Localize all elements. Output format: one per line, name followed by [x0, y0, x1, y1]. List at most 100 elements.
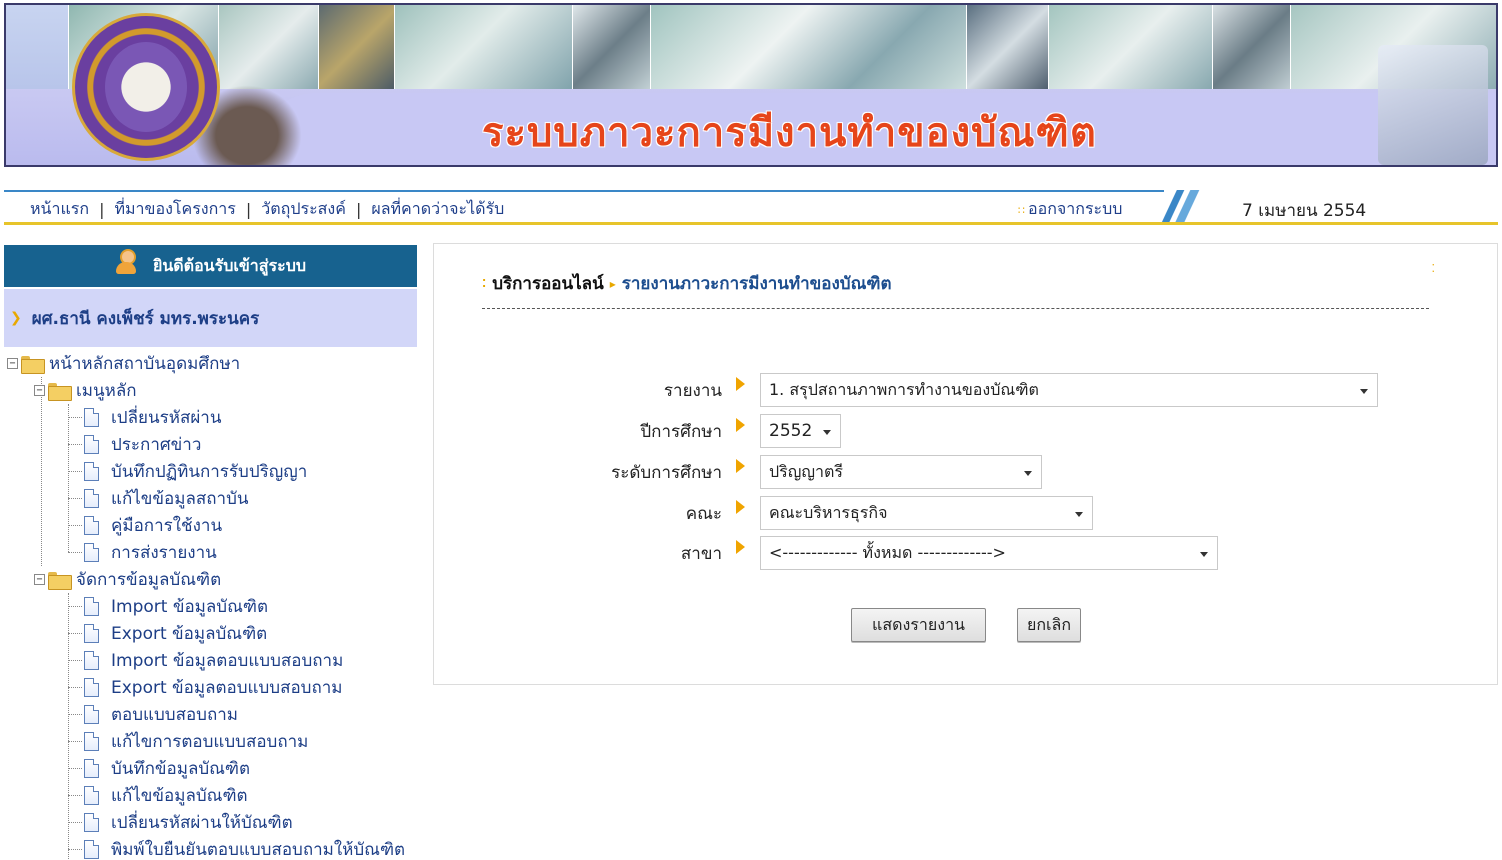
menu-item[interactable]: การส่งรายงาน [84, 539, 217, 566]
banner-photo-5 [572, 5, 650, 91]
document-icon [84, 435, 99, 454]
menu-item[interactable]: Export ข้อมูลตอบแบบสอบถาม [84, 674, 343, 701]
chevron-down-icon [1075, 512, 1083, 517]
report-panel: ⁚ บริการออนไลน์ ▸ รายงานภาวะการมีงานทำขอ… [433, 243, 1498, 685]
breadcrumb: ⁚ บริการออนไลน์ ▸ รายงานภาวะการมีงานทำขอ… [482, 270, 892, 297]
chevron-down-icon [1200, 552, 1208, 557]
university-logo [72, 13, 220, 161]
user-icon [115, 249, 137, 275]
menu-item[interactable]: แก้ไขข้อมูลสถาบัน [84, 485, 249, 512]
menu-item[interactable]: พิมพ์ใบยืนยันตอบแบบสอบถามให้บัณฑิต [84, 836, 405, 860]
menu-item[interactable]: Import ข้อมูลตอบแบบสอบถาม [84, 647, 343, 674]
menu-item[interactable]: Export ข้อมูลบัณฑิต [84, 620, 267, 647]
bullet-dots-icon: ∷ [1018, 204, 1025, 217]
menu-item[interactable]: แก้ไขการตอบแบบสอบถาม [84, 728, 308, 755]
bullet-dots-icon: ⁚ [482, 277, 487, 290]
arrow-right-icon: ❯ [10, 310, 22, 326]
logout-link[interactable]: ∷ ออกจากระบบ [1018, 197, 1122, 222]
chevron-down-icon [1360, 389, 1368, 394]
major-select[interactable]: <------------- ทั้งหมด -------------> [760, 536, 1218, 570]
document-icon [84, 597, 99, 616]
banner-photo-6 [650, 5, 966, 91]
current-date: 7 เมษายน 2554 [1242, 201, 1367, 221]
report-select[interactable]: 1. สรุปสถานภาพการทำงานของบัณฑิต [760, 373, 1378, 407]
document-icon [84, 624, 99, 643]
user-name: ผศ.ธานี คงเพ็ชร์ มทร.พระนคร [31, 308, 260, 329]
chevron-down-icon [823, 430, 831, 435]
chevron-down-icon [1024, 471, 1032, 476]
tree-group-main-menu[interactable]: − เมนูหลัก [34, 377, 137, 404]
site-title: ระบบภาวะการมีงานทำของบัณฑิต [482, 109, 1097, 156]
form-row-faculty: คณะ คณะบริหารธุรกิจ [434, 496, 1093, 530]
menu-item[interactable]: เปลี่ยนรหัสผ่านให้บัณฑิต [84, 809, 293, 836]
divider [482, 308, 1429, 309]
banner-photo-4 [394, 5, 572, 91]
top-nav: หน้าแรก | ที่มาของโครงการ | วัตถุประสงค์… [4, 190, 1498, 226]
breadcrumb-online-services[interactable]: บริการออนไลน์ [492, 270, 604, 297]
welcome-banner: ยินดีต้อนรับเข้าสู่ระบบ [4, 245, 417, 287]
menu-item[interactable]: ประกาศข่าว [84, 431, 201, 458]
menu-item[interactable]: เปลี่ยนรหัสผ่าน [84, 404, 221, 431]
header-banner: ระบบภาวะการมีงานทำของบัณฑิต [4, 3, 1498, 167]
menu-item[interactable]: คู่มือการใช้งาน [84, 512, 222, 539]
folder-open-icon [21, 355, 45, 374]
document-icon [84, 543, 99, 562]
menu-item[interactable]: แก้ไขข้อมูลบัณฑิต [84, 782, 248, 809]
document-icon [84, 840, 99, 859]
document-icon [84, 705, 99, 724]
nav-expected-results[interactable]: ผลที่คาดว่าจะได้รับ [371, 197, 504, 222]
menu-item[interactable]: ตอบแบบสอบถาม [84, 701, 238, 728]
menu-item[interactable]: บันทึกปฏิทินการรับปริญญา [84, 458, 307, 485]
arrow-right-icon [736, 540, 745, 554]
folder-open-icon [48, 382, 72, 401]
banner-photo-3 [318, 5, 394, 91]
document-icon [84, 759, 99, 778]
show-report-button[interactable]: แสดงรายงาน [851, 608, 986, 642]
document-icon [84, 813, 99, 832]
menu-item[interactable]: บันทึกข้อมูลบัณฑิต [84, 755, 250, 782]
education-level-select[interactable]: ปริญญาตรี [760, 455, 1042, 489]
collapse-icon[interactable]: − [34, 385, 45, 396]
nav-links: หน้าแรก | ที่มาของโครงการ | วัตถุประสงค์… [30, 197, 504, 222]
arrow-right-icon [736, 500, 745, 514]
collapse-icon[interactable]: − [34, 574, 45, 585]
bullet-dots-icon: ⁚ [1431, 262, 1436, 275]
report-label: รายงาน [663, 380, 722, 401]
menu-item[interactable]: Import ข้อมูลบัณฑิต [84, 593, 268, 620]
nav-objectives[interactable]: วัตถุประสงค์ [261, 197, 346, 222]
year-label: ปีการศึกษา [640, 421, 722, 442]
major-label: สาขา [680, 543, 722, 564]
document-icon [84, 516, 99, 535]
document-icon [84, 732, 99, 751]
academic-year-select[interactable]: 2552 [760, 414, 841, 448]
banner-photo-2 [218, 5, 318, 91]
faculty-select[interactable]: คณะบริหารธุรกิจ [760, 496, 1093, 530]
document-icon [84, 489, 99, 508]
user-info: ❯ ผศ.ธานี คงเพ็ชร์ มทร.พระนคร [4, 289, 417, 347]
banner-photo-7 [966, 5, 1048, 91]
banner-photo-8 [1048, 5, 1212, 91]
nav-project-background[interactable]: ที่มาของโครงการ [114, 197, 235, 222]
nav-home[interactable]: หน้าแรก [30, 197, 89, 222]
breadcrumb-current: รายงานภาวะการมีงานทำของบัณฑิต [621, 274, 892, 294]
banner-photo-9 [1212, 5, 1290, 91]
arrow-right-icon [736, 377, 745, 391]
banner-computer-image [1378, 45, 1488, 165]
document-icon [84, 786, 99, 805]
cancel-button[interactable]: ยกเลิก [1017, 608, 1081, 642]
chevron-right-icon: ▸ [609, 276, 616, 291]
form-row-year: ปีการศึกษา 2552 [434, 414, 841, 448]
collapse-icon[interactable]: − [7, 358, 18, 369]
document-icon [84, 462, 99, 481]
faculty-label: คณะ [685, 503, 722, 524]
form-row-level: ระดับการศึกษา ปริญญาตรี [434, 455, 1042, 489]
document-icon [84, 651, 99, 670]
arrow-right-icon [736, 459, 745, 473]
tree-root[interactable]: − หน้าหลักสถาบันอุดมศึกษา [7, 350, 240, 377]
tree-group-graduate-data[interactable]: − จัดการข้อมูลบัณฑิต [34, 566, 221, 593]
level-label: ระดับการศึกษา [611, 462, 722, 483]
folder-open-icon [48, 571, 72, 590]
document-icon [84, 678, 99, 697]
document-icon [84, 408, 99, 427]
form-row-major: สาขา <------------- ทั้งหมด ------------… [434, 536, 1218, 570]
